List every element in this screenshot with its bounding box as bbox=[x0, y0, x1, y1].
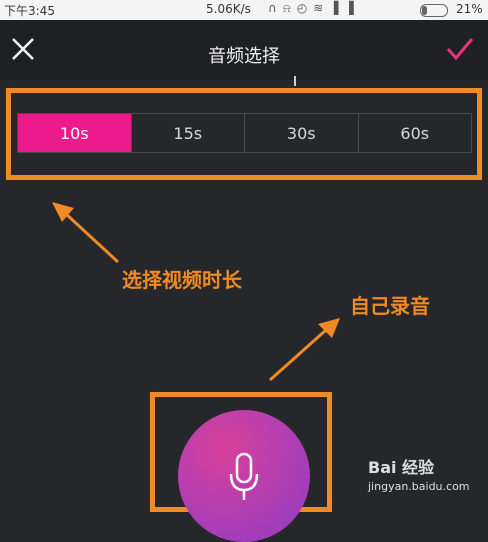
arrow-to-selector bbox=[64, 212, 120, 264]
annotation-record-self: 自己录音 bbox=[350, 294, 430, 318]
watermark: Bai 经验 jingyan.baidu.com bbox=[368, 454, 470, 493]
arrow-to-mic bbox=[269, 328, 327, 382]
record-button[interactable] bbox=[178, 410, 310, 542]
watermark-url: jingyan.baidu.com bbox=[368, 480, 470, 493]
annotation-select-duration: 选择视频时长 bbox=[122, 268, 242, 292]
microphone-icon bbox=[229, 452, 259, 500]
watermark-logo: Bai 经验 bbox=[368, 458, 435, 477]
